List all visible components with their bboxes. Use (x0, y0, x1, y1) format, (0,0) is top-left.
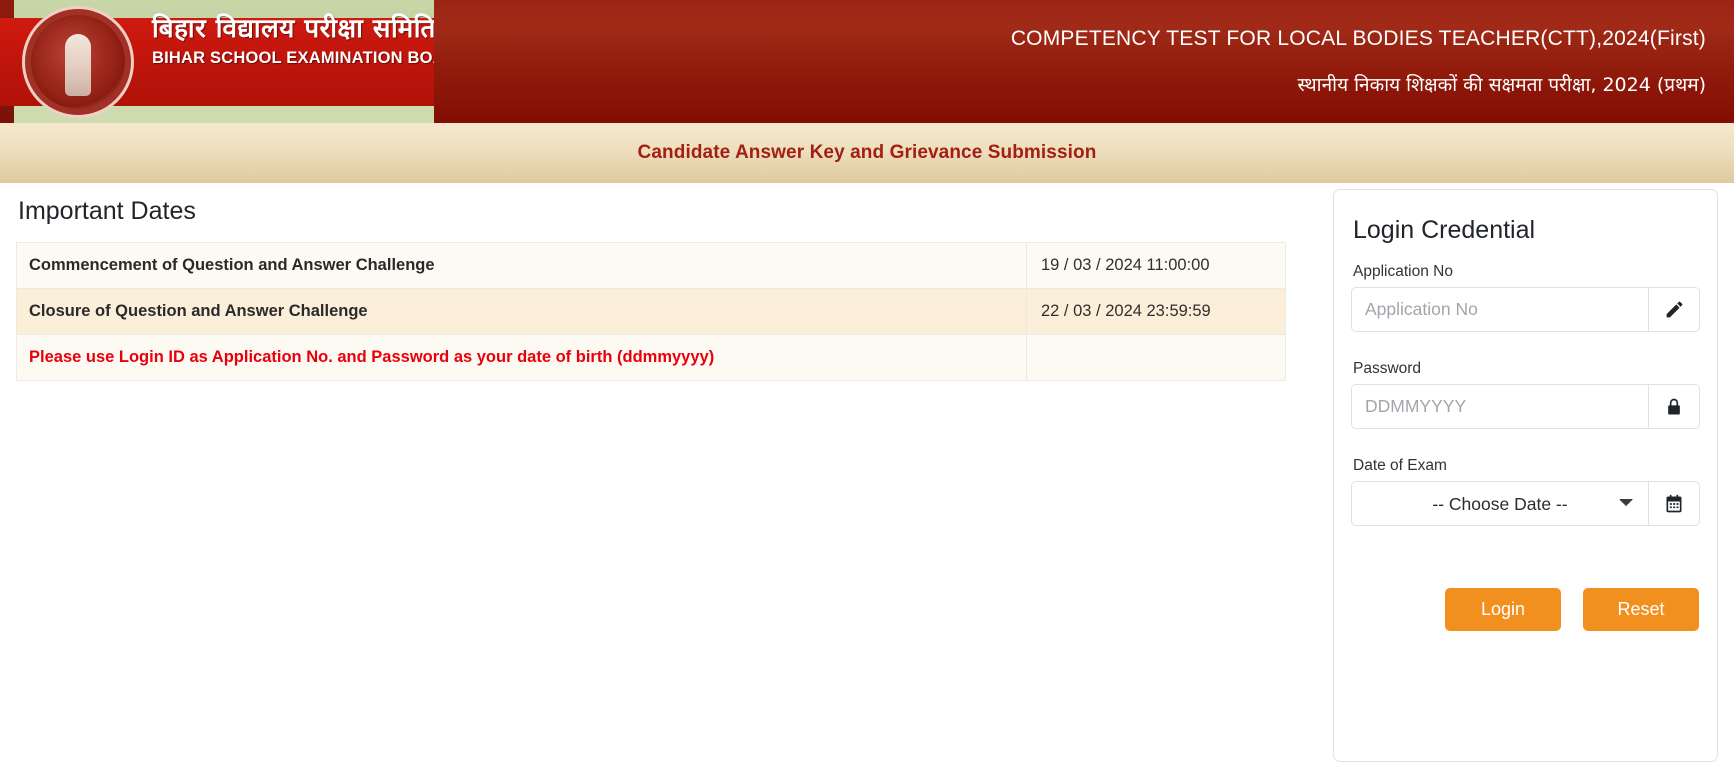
date-value: 19 / 03 / 2024 11:00:00 (1026, 242, 1286, 289)
page-subtitle: Candidate Answer Key and Grievance Submi… (637, 142, 1097, 163)
password-group (1351, 384, 1700, 429)
date-of-exam-select[interactable]: -- Choose Date -- (1351, 481, 1648, 526)
date-label: Closure of Question and Answer Challenge (16, 288, 1027, 335)
table-row: Closure of Question and Answer Challenge… (16, 288, 1286, 335)
reset-button[interactable]: Reset (1583, 588, 1699, 631)
date-of-exam-group: -- Choose Date -- (1351, 481, 1700, 526)
page-subtitle-bar: Candidate Answer Key and Grievance Submi… (0, 123, 1734, 183)
pencil-icon-button[interactable] (1648, 287, 1700, 332)
exam-title-hindi: स्थानीय निकाय शिक्षकों की सक्षमता परीक्ष… (1297, 73, 1706, 96)
page-title: Important Dates (18, 197, 196, 225)
logo-english-name: BIHAR SCHOOL EXAMINATION BOARD (152, 48, 434, 67)
board-logo: बिहार विद्यालय परीक्षा समिति BIHAR SCHOO… (0, 0, 434, 123)
logo-hindi-name: बिहार विद्यालय परीक्षा समिति (152, 14, 434, 44)
site-header: बिहार विद्यालय परीक्षा समिति BIHAR SCHOO… (0, 0, 1734, 123)
date-label: Commencement of Question and Answer Chal… (16, 242, 1027, 289)
password-input[interactable] (1351, 384, 1648, 429)
exam-title-english: COMPETENCY TEST FOR LOCAL BODIES TEACHER… (1010, 26, 1706, 50)
important-dates-section: Important Dates Commencement of Question… (16, 197, 1286, 381)
page-body: Important Dates Commencement of Question… (0, 183, 1734, 762)
application-no-input[interactable] (1351, 287, 1648, 332)
table-row: Commencement of Question and Answer Chal… (16, 242, 1286, 289)
application-no-label: Application No (1353, 263, 1453, 280)
application-no-group (1351, 287, 1700, 332)
calendar-icon-button[interactable] (1648, 481, 1700, 526)
login-card: Login Credential Application No Password (1333, 189, 1718, 762)
login-card-title: Login Credential (1353, 216, 1536, 244)
important-dates-table: Commencement of Question and Answer Chal… (16, 242, 1286, 381)
date-value: 22 / 03 / 2024 23:59:59 (1026, 288, 1286, 335)
calendar-icon (1664, 494, 1684, 514)
board-seal-icon (22, 6, 134, 118)
date-value (1026, 334, 1286, 381)
logo-text-block: बिहार विद्यालय परीक्षा समिति BIHAR SCHOO… (152, 14, 434, 68)
pencil-icon (1664, 299, 1685, 320)
login-button[interactable]: Login (1445, 588, 1561, 631)
login-actions: Login Reset (1351, 588, 1700, 631)
table-row: Please use Login ID as Application No. a… (16, 334, 1286, 381)
date-of-exam-label: Date of Exam (1353, 457, 1447, 474)
password-label: Password (1353, 360, 1422, 377)
login-instruction-note: Please use Login ID as Application No. a… (16, 334, 1027, 381)
lock-icon (1664, 397, 1684, 417)
header-title-block: COMPETENCY TEST FOR LOCAL BODIES TEACHER… (434, 0, 1734, 123)
lock-icon-button[interactable] (1648, 384, 1700, 429)
